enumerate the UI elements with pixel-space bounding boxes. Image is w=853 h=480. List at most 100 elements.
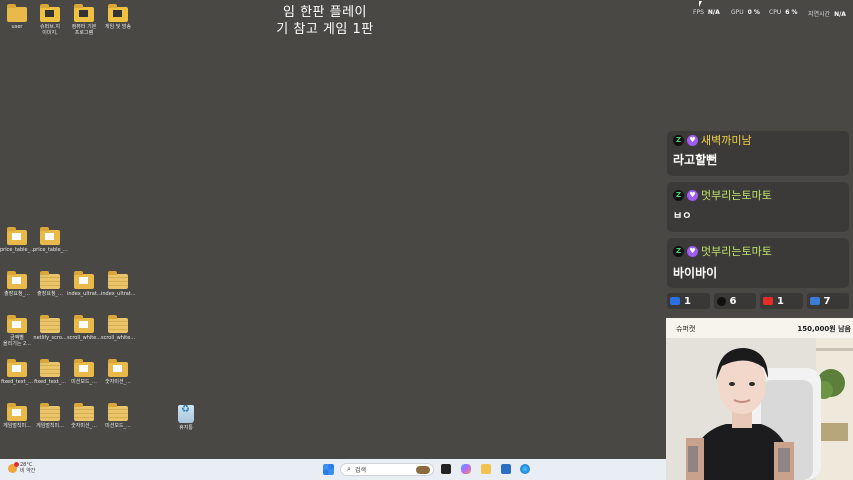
desktop-icon-label: 휴지통 — [179, 425, 193, 431]
folder-icon — [7, 4, 27, 22]
cpu-readout: CPU 6 % — [769, 9, 797, 16]
desktop-icon-user[interactable]: user — [0, 4, 34, 30]
fps-readout: FPS N/A — [693, 9, 720, 16]
desktop-icon-label: price_table_... — [0, 247, 35, 253]
desktop-icon-label: scroll_white... — [67, 335, 102, 341]
desktop-icon-price-table-2[interactable]: price_table_... — [33, 227, 68, 253]
desktop-icon-label: 게임벌칙미... — [36, 423, 64, 429]
folder-icon — [74, 271, 94, 289]
folder-icon — [74, 403, 94, 421]
desktop-icon-fixed-1[interactable]: fixed_text_... — [0, 359, 34, 385]
desktop-icon-netlify[interactable]: netlify_scro... — [33, 315, 67, 341]
desktop-icon-label: user — [11, 24, 23, 30]
desktop-icon-games[interactable]: 게임 및 방송 — [101, 4, 135, 30]
viewer-count: 1 — [777, 295, 784, 307]
desktop-icon-label: 게임벌칙미... — [3, 423, 31, 429]
search-input[interactable]: ⌕ 검색 — [340, 463, 434, 476]
folder-icon — [40, 315, 60, 333]
fps-label: FPS — [693, 9, 704, 16]
desktop-icon-scroll-1[interactable]: scroll_white... — [67, 315, 102, 341]
task-view-button[interactable] — [441, 464, 451, 474]
folder-icon — [40, 271, 60, 289]
weather-widget[interactable]: 28°C 비 약간 — [8, 461, 36, 474]
desktop-icon-label: 게임 및 방송 — [104, 24, 132, 30]
chat-author: Z ♥ 새벽까미남 — [673, 132, 752, 148]
gpu-value: 0 % — [747, 9, 760, 16]
weather-desc: 비 약간 — [20, 468, 36, 474]
latency-readout: 지연시간 N/A — [808, 9, 846, 18]
desktop-icon-scroll-2[interactable]: scroll_white... — [101, 315, 135, 341]
folder-icon — [7, 315, 27, 333]
folder-icon — [7, 403, 27, 421]
fps-value: N/A — [707, 9, 720, 16]
file-explorer-button[interactable] — [481, 464, 491, 474]
zeta-badge-icon: Z — [673, 245, 684, 257]
start-button[interactable] — [323, 464, 334, 475]
folder-icon — [108, 359, 128, 377]
heart-badge-icon: ♥ — [687, 189, 698, 201]
desktop-icon-amount[interactable]: 금액별 올리기는 2... — [0, 315, 34, 347]
desktop-icon-label: 숫자미션_... — [105, 379, 131, 385]
desktop-icon-mission-board-1[interactable]: 미션보드_... — [67, 359, 101, 385]
desktop-icon-label: index_ultrat... — [67, 291, 102, 297]
copilot-button[interactable] — [461, 464, 471, 474]
desktop-icon-label: price_table_... — [33, 247, 68, 253]
store-button[interactable] — [501, 464, 511, 474]
desktop-icon-label: 미션보드_... — [105, 423, 131, 429]
desktop-icon-request-2[interactable]: 출장요청_... — [33, 271, 67, 297]
folder-icon — [40, 359, 60, 377]
youtube-icon — [763, 297, 773, 305]
desktop-icon-programs[interactable]: 컴퓨터 기본 프로그램 — [67, 4, 101, 36]
chat-text: 라고할뻔 — [673, 153, 718, 167]
viewer-stats: 1 6 1 7 — [667, 291, 849, 311]
desktop-icon-label: 출장요청_... — [37, 291, 63, 297]
desktop-icon-recycle-bin[interactable]: 휴지통 — [169, 405, 203, 431]
desktop-icon-number-mission-2[interactable]: 숫자미션_... — [67, 403, 101, 429]
desktop-icon-price-table-1[interactable]: price_table_... — [0, 227, 35, 253]
desktop-icon-label: 출장요청_... — [4, 291, 30, 297]
zeta-badge-icon: Z — [673, 189, 684, 201]
mouse-cursor-icon — [699, 1, 702, 7]
folder-icon — [108, 4, 128, 22]
zeta-icon — [716, 296, 726, 306]
folder-icon — [74, 315, 94, 333]
search-placeholder: 검색 — [354, 467, 366, 474]
overlay-title-line1: 임 한판 플레이 — [282, 5, 368, 20]
folder-icon — [40, 227, 60, 245]
overlay-title: 임 한판 플레이 기 참고 게임 1판 — [250, 4, 400, 38]
edge-browser-button[interactable] — [520, 464, 530, 474]
desktop-icon-superb[interactable]: 슈퍼브.지 이미지, — [33, 4, 67, 36]
chat-text: 바이바이 — [673, 266, 718, 280]
donation-name: 슈퍼캣 — [676, 325, 696, 333]
desktop-icon-game-penalty-2[interactable]: 게임벌칙미... — [33, 403, 67, 429]
desktop-icon-number-mission-1[interactable]: 숫자미션_... — [101, 359, 135, 385]
desktop-icon-request-1[interactable]: 출장요청_... — [0, 271, 34, 297]
folder-icon — [40, 403, 60, 421]
donation-goal-bar: 슈퍼캣 150,000원 남음 — [666, 318, 853, 338]
desktop-icon-label: index_ultrat... — [101, 291, 136, 297]
desktop-icon-index-1[interactable]: index_ultrat... — [67, 271, 102, 297]
desktop-icon-game-penalty-1[interactable]: 게임벌칙미... — [0, 403, 34, 429]
desktop-icon-mission-board-2[interactable]: 미션보드_... — [101, 403, 135, 429]
viewer-stat-zeta: 6 — [713, 293, 756, 309]
chat-author-name: 새벽까미남 — [701, 134, 752, 147]
live-icon — [809, 297, 820, 305]
gpu-readout: GPU 0 % — [731, 9, 760, 16]
zeta-badge-icon: Z — [673, 134, 684, 146]
heart-badge-icon: ♥ — [687, 245, 698, 257]
viewer-stat-live: 7 — [806, 293, 849, 309]
chat-author-name: 멋부리는토마토 — [701, 189, 772, 202]
viewer-count: 7 — [823, 295, 831, 307]
desktop-icon-fixed-2[interactable]: fixed_text_... — [33, 359, 67, 385]
desktop-icon-index-2[interactable]: index_ultrat... — [101, 271, 136, 297]
chat-author: Z ♥ 멋부리는토마토 — [673, 243, 772, 259]
latency-value: N/A — [834, 11, 846, 18]
folder-icon — [7, 359, 27, 377]
latency-label: 지연시간 — [808, 11, 831, 18]
folder-icon — [74, 359, 94, 377]
folder-icon — [74, 4, 94, 22]
gpu-label: GPU — [731, 9, 744, 16]
folder-icon — [108, 271, 128, 289]
overlay-title-line2: 기 참고 게임 1판 — [276, 22, 374, 37]
chat-message: Z ♥ 멋부리는토마토 ㅂㅇ — [667, 182, 849, 232]
